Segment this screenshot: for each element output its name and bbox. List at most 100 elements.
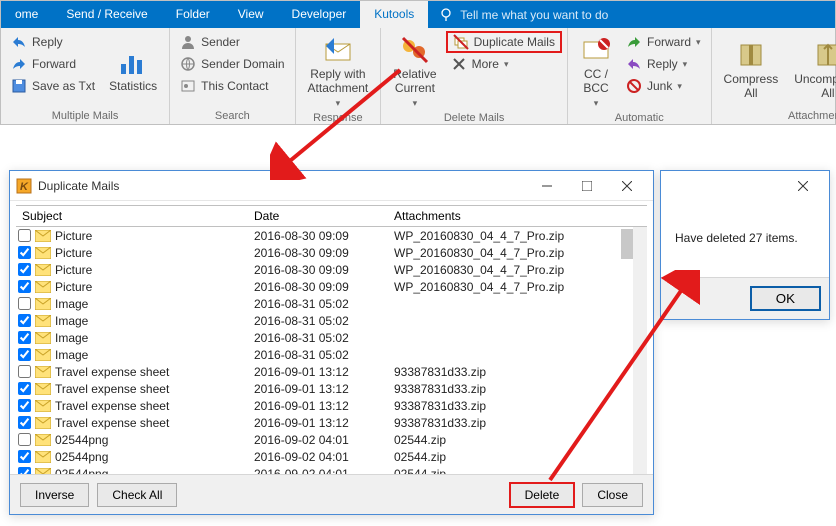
row-checkbox[interactable] xyxy=(18,450,31,463)
envelope-icon xyxy=(35,349,51,361)
group-attachments: Compress All Uncompress All Others Attac… xyxy=(712,28,836,124)
header-date[interactable]: Date xyxy=(254,209,394,223)
app-icon: K xyxy=(16,178,32,194)
close-button[interactable] xyxy=(607,173,647,199)
cc-bcc-label: CC / BCC xyxy=(583,68,608,96)
ribbon-body: Reply Forward Save as Txt Statistics xyxy=(1,28,835,124)
minimize-button[interactable] xyxy=(527,173,567,199)
group-label-response: Response xyxy=(302,110,375,124)
table-row[interactable]: Travel expense sheet2016-09-01 13:129338… xyxy=(16,363,633,380)
this-contact-button[interactable]: This Contact xyxy=(176,76,288,96)
check-all-button[interactable]: Check All xyxy=(97,483,177,507)
table-row[interactable]: Picture2016-08-30 09:09WP_20160830_04_4_… xyxy=(16,227,633,244)
tab-kutools[interactable]: Kutools xyxy=(360,1,428,28)
auto-reply-button[interactable]: Reply xyxy=(622,54,705,74)
row-checkbox[interactable] xyxy=(18,348,31,361)
table-row[interactable]: Travel expense sheet2016-09-01 13:129338… xyxy=(16,380,633,397)
row-checkbox[interactable] xyxy=(18,382,31,395)
row-subject: Picture xyxy=(55,229,92,243)
row-subject: 02544png xyxy=(55,450,108,464)
row-checkbox[interactable] xyxy=(18,246,31,259)
table-row[interactable]: Travel expense sheet2016-09-01 13:129338… xyxy=(16,397,633,414)
ok-button[interactable]: OK xyxy=(750,286,821,311)
scrollbar-thumb[interactable] xyxy=(621,229,633,259)
envelope-icon xyxy=(35,417,51,429)
list-body[interactable]: Picture2016-08-30 09:09WP_20160830_04_4_… xyxy=(16,227,647,477)
tab-view[interactable]: View xyxy=(224,1,278,28)
table-row[interactable]: Picture2016-08-30 09:09WP_20160830_04_4_… xyxy=(16,278,633,295)
table-row[interactable]: 02544png2016-09-02 04:0102544.zip xyxy=(16,431,633,448)
row-attachment: 93387831d33.zip xyxy=(394,416,633,430)
delete-button[interactable]: Delete xyxy=(510,483,575,507)
row-checkbox[interactable] xyxy=(18,263,31,276)
tab-send-receive[interactable]: Send / Receive xyxy=(52,1,161,28)
table-row[interactable]: Image2016-08-31 05:02 xyxy=(16,295,633,312)
save-as-txt-button[interactable]: Save as Txt xyxy=(7,76,99,96)
tab-home[interactable]: ome xyxy=(1,1,52,28)
reply-icon xyxy=(11,34,27,50)
reply-icon xyxy=(626,56,642,72)
table-row[interactable]: 02544png2016-09-02 04:0102544.zip xyxy=(16,448,633,465)
dialog-title: Duplicate Mails xyxy=(38,179,119,193)
row-checkbox[interactable] xyxy=(18,314,31,327)
tab-developer[interactable]: Developer xyxy=(278,1,361,28)
tell-me-search[interactable]: Tell me what you want to do xyxy=(428,1,618,28)
maximize-button[interactable] xyxy=(567,173,607,199)
junk-button[interactable]: Junk xyxy=(622,76,705,96)
envelope-icon xyxy=(35,315,51,327)
table-row[interactable]: Travel expense sheet2016-09-01 13:129338… xyxy=(16,414,633,431)
group-response: Reply with Attachment Response xyxy=(296,28,382,124)
table-row[interactable]: Image2016-08-31 05:02 xyxy=(16,312,633,329)
row-checkbox[interactable] xyxy=(18,229,31,242)
junk-icon xyxy=(626,78,642,94)
reply-label: Reply xyxy=(32,35,63,49)
row-attachment: 02544.zip xyxy=(394,450,633,464)
sender-domain-button[interactable]: Sender Domain xyxy=(176,54,288,74)
row-checkbox[interactable] xyxy=(18,297,31,310)
sender-button[interactable]: Sender xyxy=(176,32,288,52)
row-attachment: WP_20160830_04_4_7_Pro.zip xyxy=(394,246,633,260)
reply-with-attachment-label: Reply with Attachment xyxy=(308,68,369,96)
row-subject: Image xyxy=(55,331,88,345)
row-checkbox[interactable] xyxy=(18,399,31,412)
alert-titlebar[interactable] xyxy=(661,171,829,201)
uncompress-icon xyxy=(812,39,836,71)
reply-with-attachment-button[interactable]: Reply with Attachment xyxy=(302,32,375,110)
row-attachment: WP_20160830_04_4_7_Pro.zip xyxy=(394,280,633,294)
row-checkbox[interactable] xyxy=(18,331,31,344)
statistics-button[interactable]: Statistics xyxy=(103,32,163,108)
auto-forward-button[interactable]: Forward xyxy=(622,32,705,52)
forward-icon xyxy=(11,56,27,72)
relative-icon xyxy=(399,34,431,66)
uncompress-all-button[interactable]: Uncompress All xyxy=(788,32,836,108)
table-row[interactable]: Picture2016-08-30 09:09WP_20160830_04_4_… xyxy=(16,261,633,278)
row-date: 2016-08-31 05:02 xyxy=(254,348,394,362)
cc-bcc-icon xyxy=(580,34,612,66)
duplicate-mails-button[interactable]: Duplicate Mails xyxy=(447,32,561,52)
forward-label: Forward xyxy=(32,57,76,71)
tab-folder[interactable]: Folder xyxy=(162,1,224,28)
uncompress-all-label: Uncompress All xyxy=(794,73,836,101)
more-button[interactable]: More xyxy=(447,54,561,74)
table-row[interactable]: Picture2016-08-30 09:09WP_20160830_04_4_… xyxy=(16,244,633,261)
row-checkbox[interactable] xyxy=(18,433,31,446)
dialog-titlebar[interactable]: K Duplicate Mails xyxy=(10,171,653,201)
inverse-button[interactable]: Inverse xyxy=(20,483,89,507)
alert-close-button[interactable] xyxy=(783,173,823,199)
compress-all-button[interactable]: Compress All xyxy=(718,32,785,108)
forward-button[interactable]: Forward xyxy=(7,54,99,74)
table-row[interactable]: Image2016-08-31 05:02 xyxy=(16,346,633,363)
row-checkbox[interactable] xyxy=(18,416,31,429)
contact-icon xyxy=(180,78,196,94)
group-label-attachments: Attachments xyxy=(718,108,836,122)
reply-button[interactable]: Reply xyxy=(7,32,99,52)
row-checkbox[interactable] xyxy=(18,280,31,293)
close-dialog-button[interactable]: Close xyxy=(582,483,643,507)
table-row[interactable]: Image2016-08-31 05:02 xyxy=(16,329,633,346)
relative-current-button[interactable]: Relative Current xyxy=(387,32,442,110)
cc-bcc-button[interactable]: CC / BCC xyxy=(574,32,618,110)
row-subject: Picture xyxy=(55,246,92,260)
header-attachments[interactable]: Attachments xyxy=(394,209,647,223)
row-checkbox[interactable] xyxy=(18,365,31,378)
header-subject[interactable]: Subject xyxy=(16,209,254,223)
